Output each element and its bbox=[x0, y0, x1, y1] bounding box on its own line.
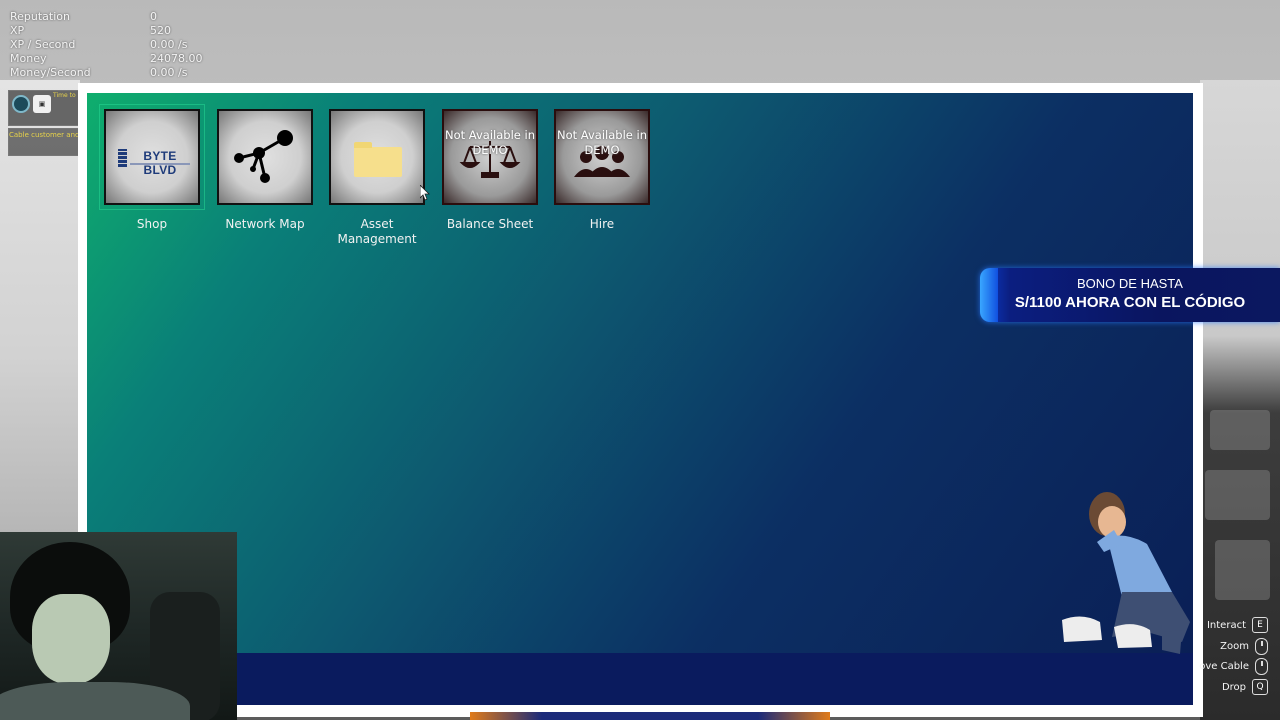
hint-interact: Interact E bbox=[1207, 617, 1268, 633]
shop-tile[interactable]: BYTE BLVD bbox=[99, 104, 205, 210]
app-label-asset-management: Asset Management bbox=[337, 217, 417, 246]
mouse-scroll-icon bbox=[1255, 638, 1268, 655]
stat-money-per-second: Money/Second 0.00 /s bbox=[10, 66, 188, 79]
bottom-background-strip bbox=[470, 712, 830, 720]
hint-move-cable: ove Cable bbox=[1199, 658, 1268, 675]
stat-reputation: Reputation 0 bbox=[10, 10, 157, 23]
app-label-network-map: Network Map bbox=[225, 217, 305, 231]
app-label-balance-sheet: Balance Sheet bbox=[446, 217, 534, 231]
balance-sheet-tile[interactable]: Not Available in DEMO bbox=[442, 109, 538, 205]
demo-unavailable-text: Not Available in DEMO bbox=[557, 128, 647, 157]
worried-character bbox=[1062, 492, 1190, 654]
mission-timer-text: Time to Reward Penalty bbox=[53, 92, 81, 99]
app-hire[interactable]: Not Available in DEMO Hire bbox=[554, 109, 650, 232]
globe-icon bbox=[12, 95, 30, 113]
promo-line-2: S/1100 AHORA CON EL CÓDIGO bbox=[1014, 294, 1246, 311]
hint-zoom: Zoom bbox=[1220, 638, 1268, 655]
byte-blvd-logo: BYTE BLVD bbox=[118, 149, 190, 177]
app-label-shop: Shop bbox=[136, 217, 168, 231]
asset-management-tile[interactable] bbox=[329, 109, 425, 205]
mission-objective: Cable customer and customer Reward: +120 bbox=[8, 128, 80, 156]
webcam-feed bbox=[0, 532, 237, 720]
stats-hud: Reputation 0 XP 520 XP / Second 0.00 /s … bbox=[10, 10, 250, 80]
taskbar bbox=[87, 653, 1193, 705]
app-asset-management[interactable]: Asset Management bbox=[329, 109, 425, 247]
app-label-hire: Hire bbox=[589, 217, 615, 231]
app-shop[interactable]: BYTE BLVD Shop bbox=[99, 104, 205, 232]
key-e-icon: E bbox=[1252, 617, 1268, 633]
mouse-cursor-icon bbox=[420, 185, 430, 201]
app-network-map[interactable]: Network Map bbox=[217, 109, 313, 232]
hint-drop: Drop Q bbox=[1222, 679, 1268, 695]
hire-tile[interactable]: Not Available in DEMO bbox=[554, 109, 650, 205]
mission-card: ▣ Time to Reward Penalty bbox=[8, 90, 81, 126]
key-q-icon: Q bbox=[1252, 679, 1268, 695]
promo-line-1: BONO DE HASTA bbox=[1077, 276, 1183, 291]
computer-desktop: BYTE BLVD Shop Network Map Asset Managem… bbox=[87, 93, 1193, 705]
app-balance-sheet[interactable]: Not Available in DEMO Balance Sheet bbox=[442, 109, 538, 232]
network-map-tile[interactable] bbox=[217, 109, 313, 205]
customer-icon: ▣ bbox=[33, 95, 51, 113]
folder-icon bbox=[354, 142, 402, 177]
demo-unavailable-text: Not Available in DEMO bbox=[445, 128, 535, 157]
stat-xp: XP 520 bbox=[10, 24, 171, 37]
network-graph-icon bbox=[234, 130, 293, 183]
promo-banner: BONO DE HASTA S/1100 AHORA CON EL CÓDIGO bbox=[980, 268, 1280, 322]
stat-xp-per-second: XP / Second 0.00 /s bbox=[10, 38, 188, 51]
stat-money: Money 24078.00 bbox=[10, 52, 203, 65]
mouse-click-icon bbox=[1255, 658, 1268, 675]
